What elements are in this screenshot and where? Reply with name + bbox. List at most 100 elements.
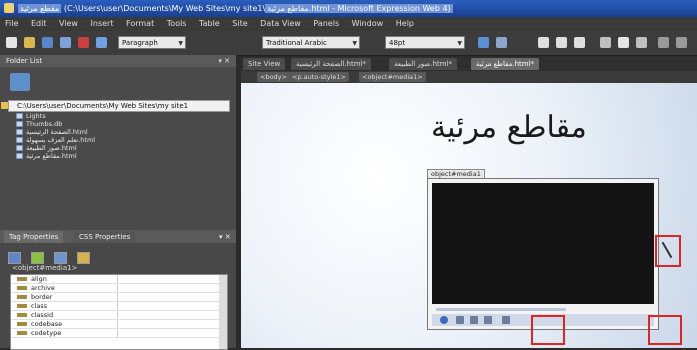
- menu-site[interactable]: Site: [227, 17, 252, 31]
- html-file-icon: [16, 137, 23, 143]
- tag-breadcrumb: <body> <p.auto-style1> <object#media1>: [241, 71, 697, 83]
- align-right-icon[interactable]: [636, 37, 647, 48]
- open-folder-icon[interactable]: [24, 37, 35, 48]
- font-select[interactable]: Traditional Arabic ▼: [262, 36, 360, 49]
- folder-item-lights[interactable]: Lights: [8, 112, 230, 120]
- tab-videos-page[interactable]: مقاطع مرئية.html*: [471, 58, 540, 70]
- menu-table[interactable]: Table: [194, 17, 225, 31]
- page-heading[interactable]: مقاطع مرئية: [431, 110, 587, 145]
- table-row[interactable]: align: [11, 275, 227, 284]
- menu-help[interactable]: Help: [391, 17, 419, 31]
- properties-scrollbar[interactable]: [219, 275, 227, 349]
- folder-icon: [1, 102, 8, 109]
- file-icon: [16, 121, 23, 127]
- play-icon[interactable]: [440, 316, 448, 324]
- breadcrumb-paragraph[interactable]: <p.auto-style1>: [289, 72, 349, 82]
- volume-icon[interactable]: [502, 316, 510, 324]
- property-icon: [17, 331, 27, 335]
- stop-icon[interactable]: [456, 316, 464, 324]
- folder-icon: [16, 113, 23, 119]
- menu-panels[interactable]: Panels: [308, 17, 344, 31]
- align-left-icon[interactable]: [600, 37, 611, 48]
- show-set-properties-icon[interactable]: [54, 252, 68, 264]
- tab-site-view[interactable]: Site View: [243, 58, 286, 70]
- property-icon: [17, 295, 27, 299]
- title-bar: مقطع مرئية (C:\Users\user\Documents\My W…: [0, 0, 697, 17]
- site-icon[interactable]: [10, 73, 30, 91]
- selected-tag-label: <object#media1>: [12, 264, 78, 272]
- breadcrumb-body[interactable]: <body>: [257, 72, 290, 82]
- folder-list-title: Folder List: [6, 57, 43, 65]
- table-row[interactable]: border: [11, 293, 227, 302]
- tab-home-page[interactable]: الصفحة الرئيسية.html*: [291, 58, 371, 70]
- panel-close-icon[interactable]: ▾ ✕: [218, 55, 230, 67]
- property-name: archive: [31, 284, 55, 292]
- menu-edit[interactable]: Edit: [26, 17, 52, 31]
- design-canvas[interactable]: مقاطع مرئية object#media1: [241, 83, 697, 348]
- sort-category-icon[interactable]: [8, 252, 21, 264]
- table-row[interactable]: class: [11, 302, 227, 311]
- size-select[interactable]: 48pt ▼: [385, 36, 465, 49]
- seek-bar[interactable]: [436, 308, 566, 311]
- root-path-label: C:\Users\user\Documents\My Web Sites\my …: [17, 102, 189, 110]
- underline-icon[interactable]: [574, 37, 585, 48]
- next-icon[interactable]: [484, 316, 492, 324]
- table-row[interactable]: archive: [11, 284, 227, 293]
- properties-table: align archive border class classid codeb…: [10, 274, 228, 350]
- menu-data-view[interactable]: Data View: [255, 17, 306, 31]
- property-name: classid: [31, 311, 54, 319]
- file-item-videos[interactable]: مقاطع مرئية.html: [8, 152, 230, 160]
- menu-tools[interactable]: Tools: [162, 17, 192, 31]
- italic-icon[interactable]: [556, 37, 567, 48]
- menu-view[interactable]: View: [54, 17, 83, 31]
- menu-window[interactable]: Window: [347, 17, 389, 31]
- tag-icon[interactable]: [77, 252, 91, 264]
- highlight-box: [531, 315, 565, 345]
- redo-icon[interactable]: [496, 37, 507, 48]
- folder-tree-root[interactable]: C:\Users\user\Documents\My Web Sites\my …: [1, 100, 230, 112]
- property-icon: [17, 322, 27, 326]
- preview-browser-icon[interactable]: [96, 37, 107, 48]
- bullet-list-icon[interactable]: [676, 37, 687, 48]
- chevron-down-icon: ▼: [178, 40, 183, 47]
- folder-list-header: Folder List ▾ ✕: [0, 55, 236, 67]
- tab-css-properties[interactable]: CSS Properties: [74, 231, 136, 243]
- file-item-thumbs[interactable]: Thumbs.db: [8, 120, 230, 128]
- sort-alpha-icon[interactable]: [31, 252, 45, 264]
- video-screen[interactable]: [432, 183, 654, 304]
- tab-tag-properties[interactable]: Tag Properties: [4, 231, 64, 243]
- panel-close-icon[interactable]: ▾ ✕: [214, 231, 236, 243]
- table-row[interactable]: codetype: [11, 329, 227, 338]
- file-item-nature[interactable]: صور الطبيعة.html: [8, 144, 230, 152]
- table-row[interactable]: codebase: [11, 320, 227, 329]
- column-divider: [117, 311, 118, 319]
- tag-panel-tabs: Tag Properties CSS Properties ▾ ✕: [0, 230, 236, 243]
- property-name: codebase: [31, 320, 63, 328]
- list-item-label: صور الطبيعة.html: [26, 144, 77, 152]
- file-item-home[interactable]: الصفحة الرئيسية.html: [8, 128, 230, 136]
- insert-image-icon[interactable]: [78, 37, 89, 48]
- save-icon[interactable]: [42, 37, 53, 48]
- publish-icon[interactable]: [60, 37, 71, 48]
- previous-icon[interactable]: [470, 316, 478, 324]
- menu-file[interactable]: File: [0, 17, 23, 31]
- media-player[interactable]: [427, 178, 659, 330]
- new-page-icon[interactable]: [6, 37, 17, 48]
- breadcrumb-object[interactable]: <object#media1>: [359, 72, 426, 82]
- style-select[interactable]: Paragraph ▼: [118, 36, 186, 49]
- style-select-value: Paragraph: [122, 39, 158, 47]
- table-row[interactable]: classid: [11, 311, 227, 320]
- numbered-list-icon[interactable]: [658, 37, 669, 48]
- menu-bar: File Edit View Insert Format Tools Table…: [0, 17, 697, 31]
- document-tabs: Site View الصفحة الرئيسية.html* صور الطب…: [241, 57, 697, 71]
- column-divider: [117, 275, 118, 283]
- align-center-icon[interactable]: [618, 37, 629, 48]
- toolbar: Paragraph ▼ Traditional Arabic ▼ 48pt ▼: [0, 31, 697, 56]
- menu-insert[interactable]: Insert: [86, 17, 119, 31]
- tab-nature-page[interactable]: صور الطبيعة.html*: [389, 58, 458, 70]
- file-item-music[interactable]: تعلم العزف بسهولة.html: [8, 136, 230, 144]
- undo-icon[interactable]: [478, 37, 489, 48]
- menu-format[interactable]: Format: [121, 17, 159, 31]
- list-item-label: Thumbs.db: [26, 120, 63, 128]
- bold-icon[interactable]: [538, 37, 549, 48]
